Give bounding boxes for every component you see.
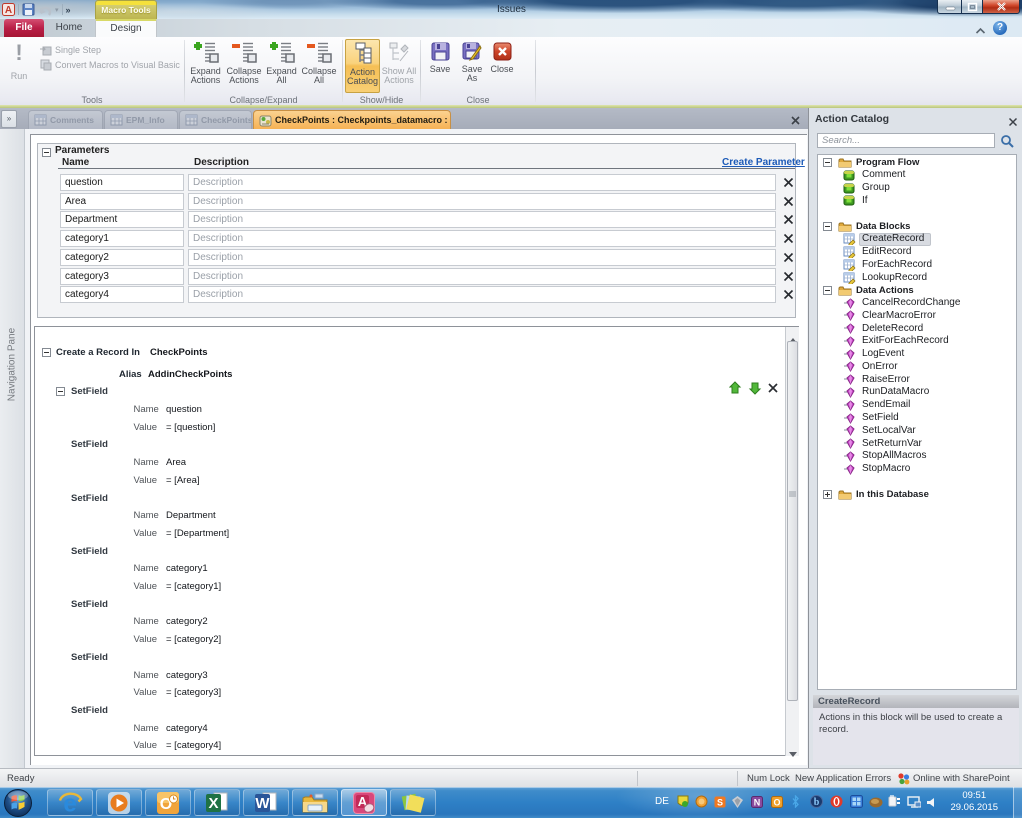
svg-text:X: X xyxy=(208,795,218,812)
svg-text:A: A xyxy=(5,5,12,16)
svg-text:b: b xyxy=(814,797,820,808)
svg-text:S: S xyxy=(717,798,723,808)
svg-text:N: N xyxy=(754,798,761,808)
svg-text:O: O xyxy=(773,798,780,808)
svg-text:W: W xyxy=(255,795,270,812)
